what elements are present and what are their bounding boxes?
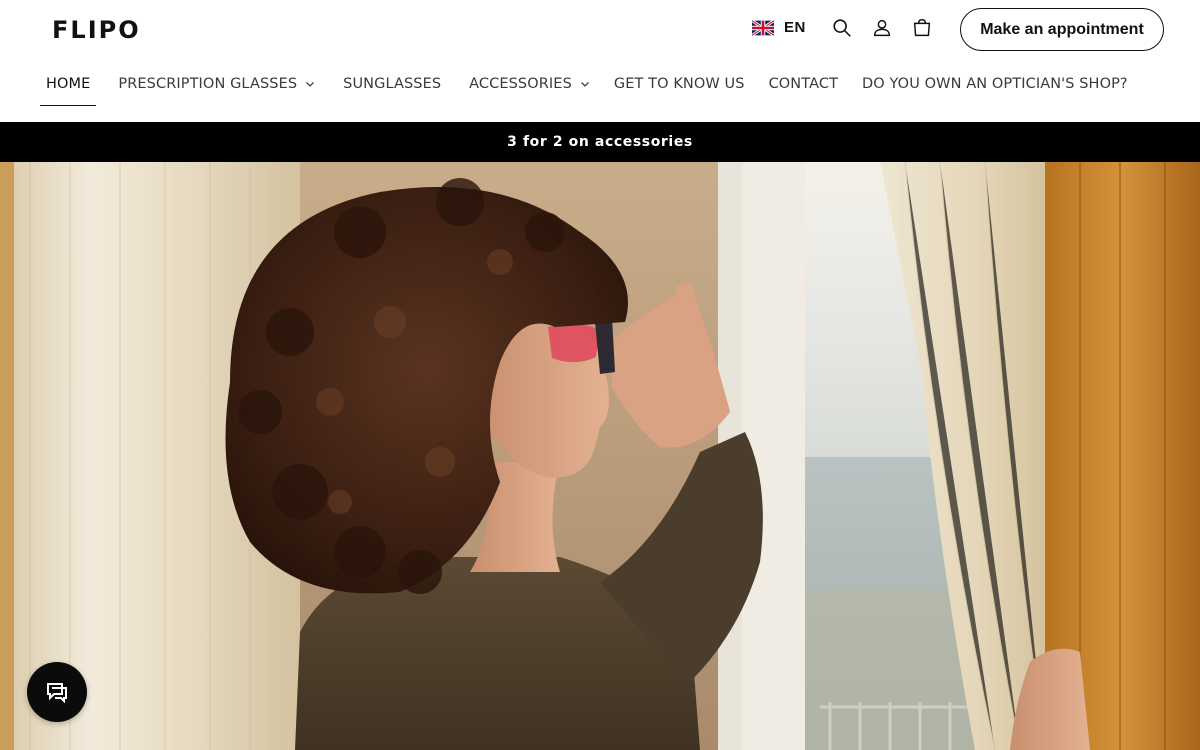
nav-item-sunglasses[interactable]: SUNGLASSES [337,70,447,98]
make-appointment-button[interactable]: Make an appointment [960,8,1164,51]
nav-item-contact[interactable]: CONTACT [763,70,844,98]
logo-text: FLIPO [52,16,141,44]
nav-item-label: ACCESSORIES [469,76,572,92]
nav-item-label: PRESCRIPTION GLASSES [118,76,298,92]
chat-button[interactable] [27,662,87,722]
nav-item-optician-shop[interactable]: DO YOU OWN AN OPTICIAN'S SHOP? [856,70,1134,98]
hero-illustration [0,162,1200,750]
chat-icon [47,683,67,704]
brand-logo[interactable]: FLIPO [52,18,141,42]
language-selector[interactable]: EN [752,19,806,36]
account-button[interactable] [870,16,894,40]
search-button[interactable] [830,16,854,40]
cart-button[interactable] [910,16,934,40]
nav-item-label: GET TO KNOW US [613,76,745,92]
main-nav: HOME PRESCRIPTION GLASSES SUNGLASSES ACC… [40,70,1134,106]
search-icon [833,19,851,37]
nav-item-accessories[interactable]: ACCESSORIES [463,70,596,98]
nav-item-label: SUNGLASSES [343,76,442,92]
nav-item-label: CONTACT [768,76,839,92]
nav-item-prescription-glasses[interactable]: PRESCRIPTION GLASSES [112,70,321,98]
account-icon [873,19,891,37]
uk-flag-icon [752,19,774,36]
nav-item-label: HOME [46,76,91,92]
site-header: FLIPO EN Make an appointment HOME PRESCR… [0,0,1200,122]
nav-item-get-to-know-us[interactable]: GET TO KNOW US [608,70,751,98]
cart-icon [913,19,931,37]
chevron-down-icon [306,82,315,87]
announcement-bar: 3 for 2 on accessories [0,122,1200,162]
announcement-text: 3 for 2 on accessories [507,134,693,150]
chevron-down-icon [580,82,589,87]
language-code: EN [784,19,806,36]
hero-image [0,162,1200,750]
nav-item-home[interactable]: HOME [40,70,97,106]
nav-item-label: DO YOU OWN AN OPTICIAN'S SHOP? [862,76,1128,92]
